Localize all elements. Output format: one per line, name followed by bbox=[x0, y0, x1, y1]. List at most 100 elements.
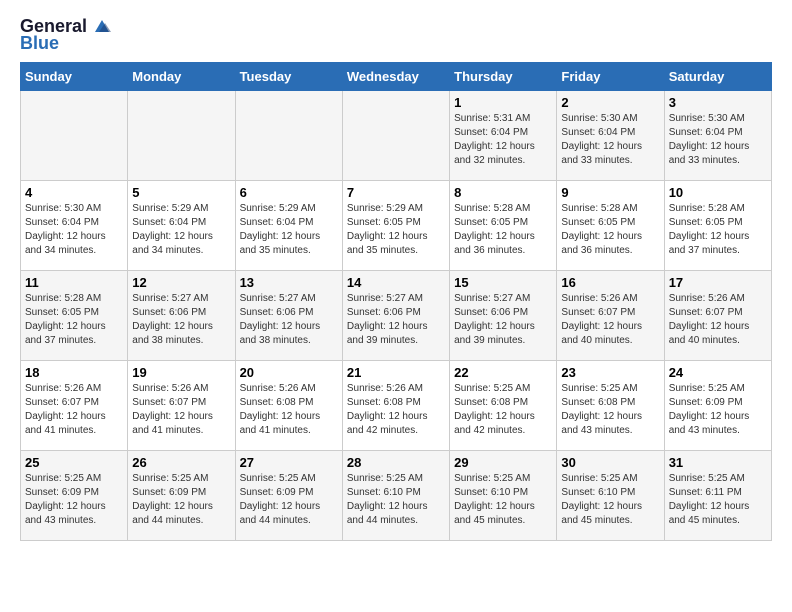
day-cell: 5Sunrise: 5:29 AMSunset: 6:04 PMDaylight… bbox=[128, 181, 235, 271]
day-cell: 16 Sunrise: 5:26 AMSunset: 6:07 PMDayligh… bbox=[557, 271, 664, 361]
day-info: Sunrise: 5:31 AMSunset: 6:04 PMDaylight:… bbox=[454, 112, 552, 168]
day-info: Sunrise: 5:28 AMSunset: 6:05 PMDaylight:… bbox=[25, 292, 123, 348]
day-info: Sunrise: 5:30 AMSunset: 6:04 PMDaylight:… bbox=[561, 112, 659, 168]
day-cell: 24Sunrise: 5:25 AMSunset: 6:09 PMDayligh… bbox=[664, 361, 771, 451]
day-info: Sunrise: 5:29 AMSunset: 6:04 PMDaylight:… bbox=[132, 202, 230, 258]
day-cell: 10 Sunrise: 5:28 AMSunset: 6:05 PMDayligh… bbox=[664, 181, 771, 271]
day-number: 17 bbox=[669, 275, 767, 290]
day-cell: 11 Sunrise: 5:28 AMSunset: 6:05 PMDayligh… bbox=[21, 271, 128, 361]
day-number: 22 bbox=[454, 365, 552, 380]
day-cell: 7 Sunrise: 5:29 AMSunset: 6:05 PMDaylight… bbox=[342, 181, 449, 271]
day-cell: 14 Sunrise: 5:27 AMSunset: 6:06 PMDayligh… bbox=[342, 271, 449, 361]
day-cell: 23 Sunrise: 5:25 AMSunset: 6:08 PMDayligh… bbox=[557, 361, 664, 451]
day-cell: 8 Sunrise: 5:28 AMSunset: 6:05 PMDaylight… bbox=[450, 181, 557, 271]
logo-icon bbox=[91, 18, 113, 36]
day-number: 20 bbox=[240, 365, 338, 380]
day-number: 25 bbox=[25, 455, 123, 470]
day-info: Sunrise: 5:25 AMSunset: 6:09 PMDaylight:… bbox=[132, 472, 230, 528]
page-header: General Blue bbox=[20, 16, 772, 54]
day-info: Sunrise: 5:27 AMSunset: 6:06 PMDaylight:… bbox=[454, 292, 552, 348]
day-info: Sunrise: 5:26 AMSunset: 6:07 PMDaylight:… bbox=[669, 292, 767, 348]
day-cell: 30 Sunrise: 5:25 AMSunset: 6:10 PMDayligh… bbox=[557, 451, 664, 541]
day-cell: 3Sunrise: 5:30 AMSunset: 6:04 PMDaylight… bbox=[664, 91, 771, 181]
day-info: Sunrise: 5:25 AMSunset: 6:10 PMDaylight:… bbox=[454, 472, 552, 528]
day-number: 16 bbox=[561, 275, 659, 290]
day-cell: 6 Sunrise: 5:29 AMSunset: 6:04 PMDaylight… bbox=[235, 181, 342, 271]
week-row-4: 18 Sunrise: 5:26 AMSunset: 6:07 PMDayligh… bbox=[21, 361, 772, 451]
day-number: 27 bbox=[240, 455, 338, 470]
day-number: 3 bbox=[669, 95, 767, 110]
day-cell bbox=[21, 91, 128, 181]
day-number: 9 bbox=[561, 185, 659, 200]
day-info: Sunrise: 5:25 AMSunset: 6:08 PMDaylight:… bbox=[561, 382, 659, 438]
day-number: 31 bbox=[669, 455, 767, 470]
day-number: 7 bbox=[347, 185, 445, 200]
header-day-thursday: Thursday bbox=[450, 63, 557, 91]
day-info: Sunrise: 5:25 AMSunset: 6:08 PMDaylight:… bbox=[454, 382, 552, 438]
day-number: 12 bbox=[132, 275, 230, 290]
day-number: 23 bbox=[561, 365, 659, 380]
day-cell: 17 Sunrise: 5:26 AMSunset: 6:07 PMDayligh… bbox=[664, 271, 771, 361]
header-day-saturday: Saturday bbox=[664, 63, 771, 91]
day-cell: 22 Sunrise: 5:25 AMSunset: 6:08 PMDayligh… bbox=[450, 361, 557, 451]
day-cell: 29 Sunrise: 5:25 AMSunset: 6:10 PMDayligh… bbox=[450, 451, 557, 541]
day-number: 14 bbox=[347, 275, 445, 290]
day-info: Sunrise: 5:25 AMSunset: 6:09 PMDaylight:… bbox=[240, 472, 338, 528]
header-row: SundayMondayTuesdayWednesdayThursdayFrid… bbox=[21, 63, 772, 91]
day-cell: 28 Sunrise: 5:25 AMSunset: 6:10 PMDayligh… bbox=[342, 451, 449, 541]
day-cell: 26 Sunrise: 5:25 AMSunset: 6:09 PMDayligh… bbox=[128, 451, 235, 541]
day-cell: 21Sunrise: 5:26 AMSunset: 6:08 PMDayligh… bbox=[342, 361, 449, 451]
header-day-sunday: Sunday bbox=[21, 63, 128, 91]
day-number: 30 bbox=[561, 455, 659, 470]
day-info: Sunrise: 5:27 AMSunset: 6:06 PMDaylight:… bbox=[132, 292, 230, 348]
day-cell: 19 Sunrise: 5:26 AMSunset: 6:07 PMDayligh… bbox=[128, 361, 235, 451]
week-row-5: 25 Sunrise: 5:25 AMSunset: 6:09 PMDayligh… bbox=[21, 451, 772, 541]
week-row-3: 11 Sunrise: 5:28 AMSunset: 6:05 PMDayligh… bbox=[21, 271, 772, 361]
day-info: Sunrise: 5:27 AMSunset: 6:06 PMDaylight:… bbox=[347, 292, 445, 348]
day-number: 8 bbox=[454, 185, 552, 200]
day-info: Sunrise: 5:25 AMSunset: 6:11 PMDaylight:… bbox=[669, 472, 767, 528]
day-info: Sunrise: 5:25 AMSunset: 6:10 PMDaylight:… bbox=[347, 472, 445, 528]
day-cell: 2Sunrise: 5:30 AMSunset: 6:04 PMDaylight… bbox=[557, 91, 664, 181]
day-number: 29 bbox=[454, 455, 552, 470]
day-number: 28 bbox=[347, 455, 445, 470]
logo: General Blue bbox=[20, 16, 113, 54]
day-number: 1 bbox=[454, 95, 552, 110]
day-cell bbox=[235, 91, 342, 181]
day-info: Sunrise: 5:26 AMSunset: 6:08 PMDaylight:… bbox=[240, 382, 338, 438]
day-number: 19 bbox=[132, 365, 230, 380]
day-info: Sunrise: 5:26 AMSunset: 6:08 PMDaylight:… bbox=[347, 382, 445, 438]
day-info: Sunrise: 5:29 AMSunset: 6:05 PMDaylight:… bbox=[347, 202, 445, 258]
header-day-friday: Friday bbox=[557, 63, 664, 91]
day-number: 24 bbox=[669, 365, 767, 380]
header-day-monday: Monday bbox=[128, 63, 235, 91]
day-number: 6 bbox=[240, 185, 338, 200]
day-number: 13 bbox=[240, 275, 338, 290]
day-number: 4 bbox=[25, 185, 123, 200]
day-info: Sunrise: 5:25 AMSunset: 6:10 PMDaylight:… bbox=[561, 472, 659, 528]
day-info: Sunrise: 5:26 AMSunset: 6:07 PMDaylight:… bbox=[25, 382, 123, 438]
day-info: Sunrise: 5:28 AMSunset: 6:05 PMDaylight:… bbox=[561, 202, 659, 258]
calendar-table: SundayMondayTuesdayWednesdayThursdayFrid… bbox=[20, 62, 772, 541]
day-number: 18 bbox=[25, 365, 123, 380]
day-cell: 31 Sunrise: 5:25 AMSunset: 6:11 PMDayligh… bbox=[664, 451, 771, 541]
day-number: 10 bbox=[669, 185, 767, 200]
day-info: Sunrise: 5:28 AMSunset: 6:05 PMDaylight:… bbox=[454, 202, 552, 258]
logo-blue: Blue bbox=[20, 33, 59, 54]
day-info: Sunrise: 5:26 AMSunset: 6:07 PMDaylight:… bbox=[132, 382, 230, 438]
day-cell: 12 Sunrise: 5:27 AMSunset: 6:06 PMDayligh… bbox=[128, 271, 235, 361]
day-info: Sunrise: 5:30 AMSunset: 6:04 PMDaylight:… bbox=[25, 202, 123, 258]
day-cell: 9 Sunrise: 5:28 AMSunset: 6:05 PMDaylight… bbox=[557, 181, 664, 271]
day-number: 26 bbox=[132, 455, 230, 470]
week-row-1: 1 Sunrise: 5:31 AMSunset: 6:04 PMDaylight… bbox=[21, 91, 772, 181]
day-cell: 4 Sunrise: 5:30 AMSunset: 6:04 PMDaylight… bbox=[21, 181, 128, 271]
day-info: Sunrise: 5:27 AMSunset: 6:06 PMDaylight:… bbox=[240, 292, 338, 348]
day-info: Sunrise: 5:26 AMSunset: 6:07 PMDaylight:… bbox=[561, 292, 659, 348]
day-number: 11 bbox=[25, 275, 123, 290]
day-number: 15 bbox=[454, 275, 552, 290]
day-cell bbox=[128, 91, 235, 181]
day-info: Sunrise: 5:29 AMSunset: 6:04 PMDaylight:… bbox=[240, 202, 338, 258]
day-info: Sunrise: 5:28 AMSunset: 6:05 PMDaylight:… bbox=[669, 202, 767, 258]
day-cell bbox=[342, 91, 449, 181]
day-cell: 18 Sunrise: 5:26 AMSunset: 6:07 PMDayligh… bbox=[21, 361, 128, 451]
